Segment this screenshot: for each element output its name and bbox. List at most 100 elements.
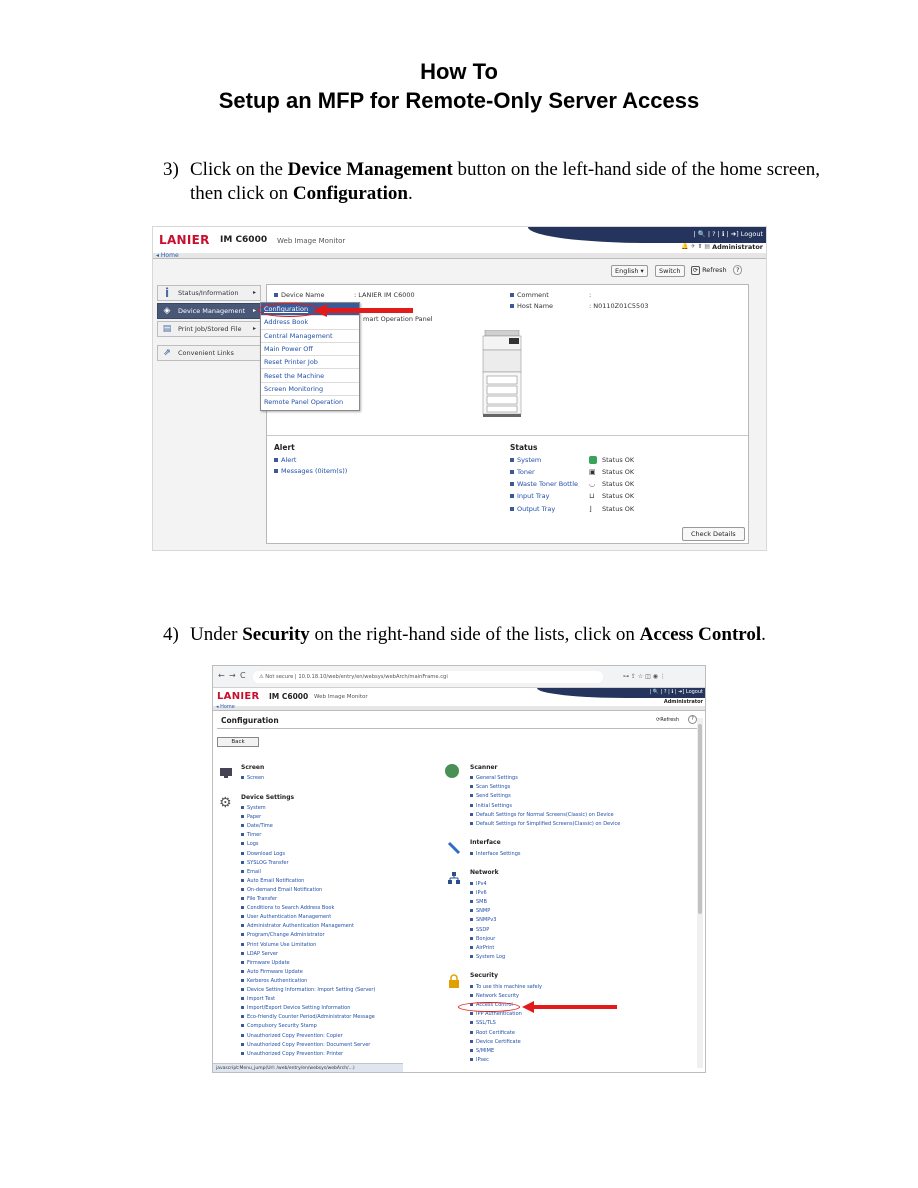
config-link-item[interactable]: Download Logs <box>241 851 285 857</box>
back-button[interactable]: Back <box>217 737 259 747</box>
config-link-item[interactable]: Date/Time <box>241 823 273 829</box>
partial-operation-panel-text: mart Operation Panel <box>363 315 433 323</box>
config-link-item[interactable]: Network Security <box>470 993 519 999</box>
config-link-label: User Authentication Management <box>247 914 332 921</box>
config-link-item[interactable]: Interface Settings <box>470 851 520 857</box>
status-label: Output Tray <box>517 505 556 513</box>
config-link-item[interactable]: SSDP <box>470 927 489 933</box>
switch-button[interactable]: Switch <box>655 265 685 277</box>
config-link-item[interactable]: S/MIME <box>470 1048 494 1054</box>
config-link-item[interactable]: IPv4 <box>470 881 487 887</box>
config-link-item[interactable]: File Transfer <box>241 896 277 902</box>
alert-link[interactable]: Alert <box>274 456 296 464</box>
config-link-item[interactable]: Auto Email Notification <box>241 878 304 884</box>
config-link-item[interactable]: On-demand Email Notification <box>241 887 322 893</box>
header-bar: LANIER IM C6000 Web Image Monitor | 🔍 | … <box>153 227 766 253</box>
config-link-item[interactable]: Device Setting Information: Import Setti… <box>241 987 375 993</box>
config-link-item[interactable]: SMB <box>470 899 487 905</box>
config-link-item[interactable]: LDAP Server <box>241 951 278 957</box>
config-link-item[interactable]: IPsec <box>470 1057 489 1063</box>
config-link-item[interactable]: Auto Firmware Update <box>241 969 303 975</box>
forward-arrow-icon[interactable]: → <box>229 671 236 680</box>
config-link-item[interactable]: Bonjour <box>470 936 495 942</box>
breadcrumb-home[interactable]: ◂ Home <box>156 252 179 259</box>
config-link-item[interactable]: Conditions to Search Address Book <box>241 905 334 911</box>
menu-item-reset-machine[interactable]: Reset the Machine <box>261 370 359 383</box>
config-link-item[interactable]: Eco-friendly Counter Period/Administrato… <box>241 1014 375 1020</box>
config-link-item[interactable]: Import Test <box>241 996 275 1002</box>
menu-item-remote-panel-operation[interactable]: Remote Panel Operation <box>261 396 359 409</box>
messages-link[interactable]: Messages (0item(s)) <box>274 467 347 475</box>
sidebar-item-convenient-links[interactable]: ⇗ Convenient Links <box>157 345 261 361</box>
scrollbar[interactable] <box>697 718 703 1068</box>
config-link-item[interactable]: AirPrint <box>470 945 494 951</box>
menu-item-screen-monitoring[interactable]: Screen Monitoring <box>261 383 359 397</box>
browser-action-icons[interactable]: ⊶ ⇪ ☆ ◫ ◉ ⋮ <box>623 673 666 680</box>
menu-item-central-management[interactable]: Central Management <box>261 330 359 343</box>
config-link-item[interactable]: SNMPv3 <box>470 917 496 923</box>
reload-icon[interactable]: C <box>240 671 246 680</box>
config-link-item[interactable]: Default Settings for Simplified Screens(… <box>470 821 620 827</box>
admin-label: Administrator <box>663 699 703 705</box>
config-link-item[interactable]: Screen <box>241 775 264 781</box>
config-link-item[interactable]: System <box>241 805 266 811</box>
config-link-item[interactable]: Default Settings for Normal Screens(Clas… <box>470 812 614 818</box>
menu-item-main-power-off[interactable]: Main Power Off <box>261 343 359 357</box>
config-link-item[interactable]: Logs <box>241 841 259 847</box>
status-waste-toner-link[interactable]: Waste Toner Bottle <box>510 480 578 488</box>
scrollbar-thumb[interactable] <box>698 724 702 914</box>
config-link-item[interactable]: IPv6 <box>470 890 487 896</box>
config-link-item[interactable]: Print Volume Use Limitation <box>241 942 316 948</box>
header-links[interactable]: | 🔍 | ? | ℹ | ➜] Logout <box>650 689 704 695</box>
config-link-item[interactable]: Paper <box>241 814 261 820</box>
config-link-label: Timer <box>247 832 262 839</box>
host-name-value: : N0110Z01C5503 <box>589 302 649 310</box>
config-link-item[interactable]: Compulsory Security Stamp <box>241 1023 317 1029</box>
config-link-item[interactable]: SSL/TLS <box>470 1020 496 1026</box>
breadcrumb-home[interactable]: ◂ Home <box>216 704 235 710</box>
language-select[interactable]: English ▾ <box>611 265 648 277</box>
menu-item-reset-printer-job[interactable]: Reset Printer Job <box>261 356 359 370</box>
status-input-tray-link[interactable]: Input Tray <box>510 492 549 500</box>
back-arrow-icon[interactable]: ← <box>218 671 225 680</box>
address-bar[interactable]: ⚠ Not secure | 10.0.18.10/web/entry/en/w… <box>253 671 603 683</box>
config-link-item[interactable]: Scan Settings <box>470 784 510 790</box>
config-link-item[interactable]: Firmware Update <box>241 960 290 966</box>
help-button[interactable]: ? <box>733 265 743 275</box>
config-link-item[interactable]: Unauthorized Copy Prevention: Copier <box>241 1033 343 1039</box>
config-link-label: Screen <box>247 775 265 781</box>
help-icon[interactable]: ? <box>688 715 697 724</box>
config-link-item[interactable]: To use this machine safely <box>470 984 542 990</box>
config-link-item[interactable]: Unauthorized Copy Prevention: Document S… <box>241 1042 370 1048</box>
config-link-item[interactable]: IPP Authentication <box>470 1011 522 1017</box>
config-link-item[interactable]: Initial Settings <box>470 803 512 809</box>
config-link-item[interactable]: General Settings <box>470 775 518 781</box>
scanner-heading: Scanner <box>470 764 498 771</box>
config-link-label: Unauthorized Copy Prevention: Copier <box>247 1032 343 1039</box>
config-link-item[interactable]: Program/Change Administrator <box>241 932 325 938</box>
status-output-tray-link[interactable]: Output Tray <box>510 505 555 513</box>
menu-item-address-book[interactable]: Address Book <box>261 316 359 330</box>
status-system-link[interactable]: System <box>510 456 541 464</box>
config-link-item[interactable]: Device Certificate <box>470 1039 521 1045</box>
config-link-item[interactable]: Send Settings <box>470 793 511 799</box>
header-links[interactable]: | 🔍 | ? | ℹ | ➜] Logout <box>693 230 763 238</box>
config-link-item[interactable]: Kerberos Authentication <box>241 978 307 984</box>
check-details-button[interactable]: Check Details <box>682 527 745 541</box>
sidebar-item-device-management[interactable]: ◈ Device Management ▸ <box>157 303 261 319</box>
config-link-item[interactable]: System Log <box>470 954 505 960</box>
refresh-button[interactable]: ⟳Refresh <box>653 716 682 724</box>
config-link-item[interactable]: SYSLOG Transfer <box>241 860 289 866</box>
config-link-item[interactable]: User Authentication Management <box>241 914 331 920</box>
sidebar-item-print-job[interactable]: ▤ Print Job/Stored File ▸ <box>157 321 261 337</box>
config-link-item[interactable]: Email <box>241 869 261 875</box>
sidebar-item-status-information[interactable]: i Status/Information ▸ <box>157 285 261 301</box>
config-link-item[interactable]: Root Certificate <box>470 1030 515 1036</box>
config-link-item[interactable]: Administrator Authentication Management <box>241 923 354 929</box>
config-link-item[interactable]: Timer <box>241 832 261 838</box>
config-link-item[interactable]: Import/Export Device Setting Information <box>241 1005 350 1011</box>
status-toner-link[interactable]: Toner <box>510 468 535 476</box>
config-link-item[interactable]: SNMP <box>470 908 490 914</box>
config-link-item[interactable]: Unauthorized Copy Prevention: Printer <box>241 1051 343 1057</box>
refresh-button[interactable]: ⟳ Refresh <box>688 265 730 276</box>
